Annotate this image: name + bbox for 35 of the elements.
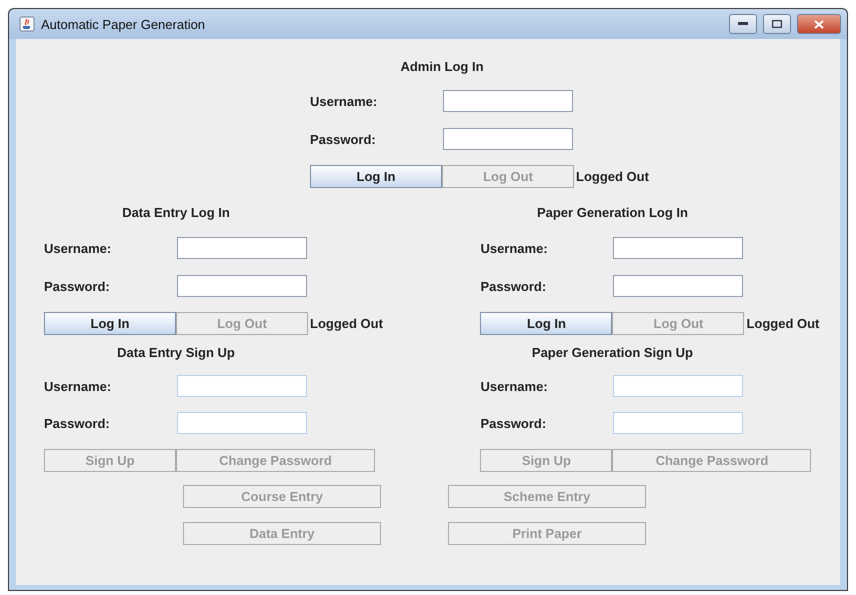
close-icon	[814, 20, 824, 28]
minimize-icon	[738, 22, 748, 26]
section-title: Data Entry Sign Up	[116, 345, 236, 361]
section-title: Paper Generation Sign Up	[530, 345, 694, 361]
primary-button[interactable]: Log In	[310, 164, 442, 188]
login-status: Logged Out	[576, 168, 649, 184]
primary-button[interactable]: Log In	[44, 312, 176, 334]
field-label: Username:	[480, 240, 549, 256]
section-title: Data Entry Log In	[121, 205, 231, 221]
text-field[interactable]	[177, 237, 307, 259]
field-label: Password:	[310, 132, 377, 146]
field-label: Username:	[44, 378, 112, 394]
minimize-button[interactable]	[729, 14, 757, 34]
field-label: Username:	[480, 378, 549, 394]
field-label: Password:	[44, 416, 111, 430]
field-label: Password:	[44, 278, 111, 294]
field-label: Password:	[480, 416, 548, 430]
java-cup-icon	[19, 16, 35, 32]
text-field[interactable]	[613, 237, 744, 259]
field-label: Username:	[310, 94, 378, 108]
maximize-button[interactable]	[763, 14, 791, 34]
login-status: Logged Out	[746, 316, 820, 330]
text-field[interactable]	[177, 275, 307, 297]
text-field[interactable]	[613, 275, 744, 297]
login-status: Logged Out	[310, 316, 383, 330]
field-label: Username:	[44, 240, 112, 256]
text-field[interactable]	[443, 90, 573, 112]
section-title: Admin Log In	[399, 59, 485, 75]
window-title: Automatic Paper Generation	[41, 16, 206, 32]
section-title: Paper Generation Log In	[536, 205, 689, 221]
primary-button[interactable]: Log In	[480, 312, 612, 334]
close-button[interactable]	[797, 14, 841, 34]
field-label: Password:	[480, 278, 548, 294]
text-field[interactable]	[443, 128, 573, 150]
maximize-icon	[772, 20, 782, 28]
